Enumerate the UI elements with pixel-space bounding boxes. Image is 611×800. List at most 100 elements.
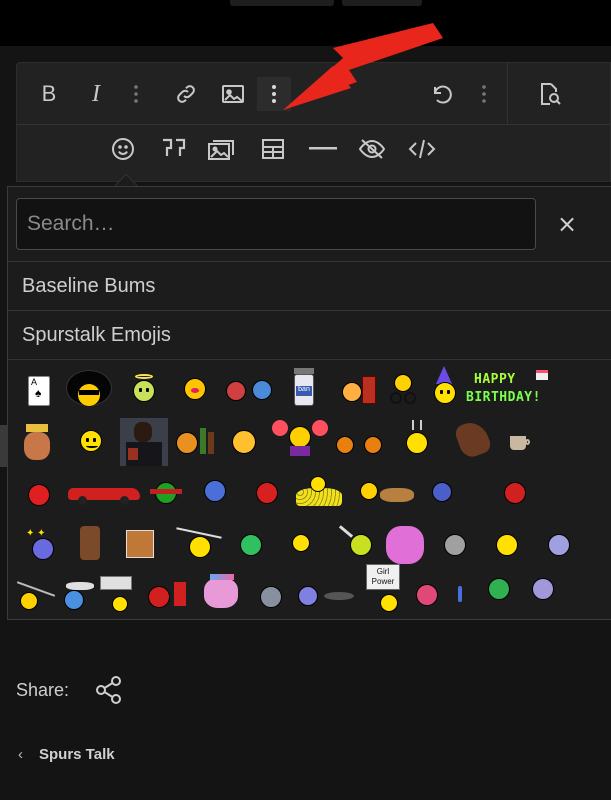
- share-label: Share:: [16, 680, 70, 700]
- wall-smiley-emoji[interactable]: [342, 376, 378, 404]
- grey-stressed-smiley-emoji[interactable]: [444, 534, 468, 558]
- juggling-smileys-emoji[interactable]: [226, 378, 278, 404]
- stars-smiley-emoji[interactable]: ✦ ✦: [26, 528, 56, 562]
- emoji-grid: A ♠ ban HAPPY BIRTHDAY! ✦ ✦ Girl Power: [8, 359, 611, 621]
- spoiler-icon: [358, 139, 386, 159]
- link-icon: [177, 85, 195, 103]
- link-button[interactable]: [169, 77, 203, 111]
- yellow-small-smiley-emoji[interactable]: [292, 534, 312, 554]
- cyclist-smiley-emoji[interactable]: [390, 374, 418, 406]
- chevron-left-icon: ‹: [18, 746, 23, 763]
- smilies-button[interactable]: [106, 132, 140, 166]
- blue-grumpy-smiley-emoji[interactable]: [432, 482, 454, 504]
- smiley-with-bottles-emoji[interactable]: [176, 428, 216, 458]
- toolbar-divider: [507, 63, 508, 125]
- code-icon: [408, 139, 436, 159]
- close-icon: ×: [556, 210, 578, 238]
- party-hat-smiley-emoji[interactable]: [432, 366, 460, 408]
- side-tab-left: [0, 425, 7, 467]
- girl-power-sign-emoji[interactable]: Girl Power: [364, 564, 406, 616]
- blue-sad-smiley-emoji[interactable]: [204, 480, 228, 504]
- more-text-options-button[interactable]: [119, 77, 153, 111]
- antenna-smiley-emoji[interactable]: [404, 420, 432, 458]
- laughing-smileys-emoji[interactable]: [360, 474, 418, 508]
- cheerleader-smiley-emoji[interactable]: [272, 418, 328, 458]
- grin-smiley-emoji[interactable]: [80, 430, 104, 454]
- flapping-smiley-emoji[interactable]: [176, 527, 224, 560]
- bold-button[interactable]: B: [32, 77, 66, 111]
- more-vertical-icon: [134, 85, 138, 103]
- bartender-smiley-emoji[interactable]: ban: [290, 368, 318, 408]
- knife-smiley-emoji[interactable]: [338, 525, 374, 558]
- category-label: Spurstalk Emojis: [22, 324, 171, 346]
- coffee-cup-emoji[interactable]: [508, 432, 532, 452]
- purple-pac-smiley-emoji[interactable]: [298, 584, 356, 612]
- top-tab[interactable]: [230, 0, 334, 6]
- blue-partial-emoji[interactable]: [458, 586, 464, 604]
- horizontal-rule-button[interactable]: [306, 132, 340, 166]
- quote-icon: [163, 138, 186, 156]
- fishing-smiley-emoji[interactable]: [16, 581, 60, 612]
- search-box[interactable]: [16, 198, 536, 250]
- playing-card-ace-emoji[interactable]: A ♠: [28, 376, 50, 406]
- share-icon[interactable]: [94, 674, 124, 706]
- preview-icon: [541, 83, 561, 105]
- category-label: Baseline Bums: [22, 275, 156, 297]
- happy-birthday-banner[interactable]: HAPPY BIRTHDAY!: [466, 368, 556, 408]
- image-icon: [222, 85, 244, 103]
- halo-smiley-emoji[interactable]: [130, 374, 158, 404]
- pink-elephant-emoji[interactable]: [382, 522, 428, 566]
- pink-unicorn-emoji[interactable]: [200, 572, 244, 614]
- pink-smiley-emoji[interactable]: [416, 584, 440, 608]
- sign-holder-smiley-emoji[interactable]: [98, 576, 134, 616]
- blue-flyer-smiley-emoji[interactable]: [62, 582, 96, 612]
- table-button[interactable]: [256, 132, 290, 166]
- quote-button[interactable]: [157, 132, 191, 166]
- more-vertical-icon: [482, 85, 486, 103]
- blushing-smiley-emoji[interactable]: [184, 378, 208, 402]
- italic-icon: I: [92, 80, 100, 107]
- media-button[interactable]: [205, 132, 239, 166]
- man-with-cup-photo[interactable]: [120, 418, 168, 466]
- preview-button[interactable]: [533, 77, 567, 111]
- smiley-icon: [112, 138, 134, 160]
- devil-sunglasses-emoji[interactable]: [146, 478, 186, 508]
- yellow-laughing-smiley-emoji[interactable]: [496, 534, 520, 558]
- spoiler-button[interactable]: [355, 132, 389, 166]
- green-smiley-emoji[interactable]: [240, 534, 264, 558]
- purple-dizzy-smiley-emoji[interactable]: [548, 534, 572, 558]
- red-devil-face-emoji[interactable]: [504, 478, 530, 506]
- angry-red-smiley-emoji[interactable]: [28, 478, 52, 508]
- domo-figure-emoji[interactable]: [80, 526, 102, 562]
- mad-red-smiley-emoji[interactable]: [256, 478, 282, 506]
- emoji-picker-popup: × Baseline Bums Spurstalk Emojis A ♠: [7, 186, 611, 620]
- purple-grumpy-smiley-emoji[interactable]: [532, 578, 556, 602]
- italic-button[interactable]: I: [79, 77, 113, 111]
- top-tab[interactable]: [342, 0, 422, 6]
- afro-sunglasses-emoji[interactable]: [66, 370, 112, 410]
- red-annotation-arrow-icon: [283, 23, 443, 110]
- more-options-button-right[interactable]: [467, 77, 501, 111]
- blowing-smiley-emoji[interactable]: [232, 430, 260, 456]
- hand-card-emoji[interactable]: [126, 530, 156, 560]
- girl-power-text: Girl Power: [366, 564, 400, 590]
- king-face-emoji[interactable]: [22, 424, 52, 460]
- emoji-search-input[interactable]: [17, 199, 535, 249]
- hand-gesture-emoji[interactable]: [452, 417, 493, 461]
- more-vertical-icon: [272, 85, 276, 103]
- birthday-line-2: BIRTHDAY!: [466, 390, 541, 405]
- devil-finger-smiley-emoji[interactable]: [148, 582, 194, 612]
- grey-sad-smiley-emoji[interactable]: [260, 586, 284, 610]
- two-smileys-emoji[interactable]: [336, 434, 386, 456]
- money-smiley-emoji[interactable]: [488, 578, 512, 602]
- code-button[interactable]: [405, 132, 439, 166]
- gold-coin-pile-emoji[interactable]: [296, 476, 344, 508]
- red-convertible-car-emoji[interactable]: [68, 484, 142, 505]
- birthday-line-1: HAPPY: [474, 372, 516, 387]
- category-spurstalk-emojis[interactable]: Spurstalk Emojis: [8, 310, 611, 359]
- close-button[interactable]: ×: [556, 211, 578, 237]
- breadcrumb-back-link[interactable]: ‹ Spurs Talk: [18, 746, 115, 763]
- image-button[interactable]: [216, 77, 250, 111]
- media-icon: [208, 140, 234, 160]
- category-baseline-bums[interactable]: Baseline Bums: [8, 261, 611, 310]
